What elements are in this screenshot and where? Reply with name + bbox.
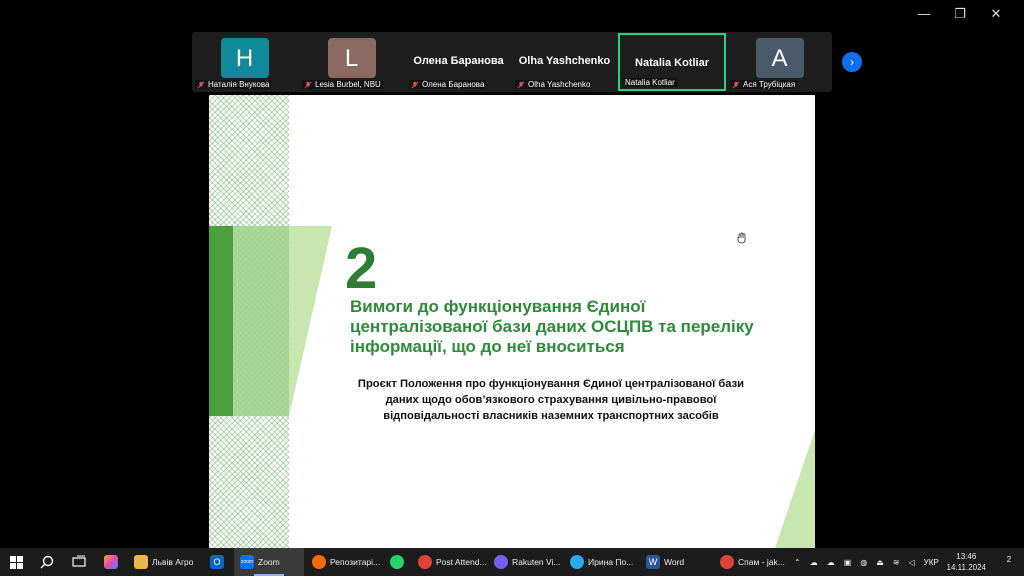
participant-title: Natalia Kotliar: [635, 57, 709, 69]
browser-icon: [312, 555, 326, 569]
taskbar-app[interactable]: W Word: [646, 548, 684, 576]
slide-heading: Вимоги до функціонування Єдиної централі…: [350, 297, 754, 356]
hand-cursor-icon: [737, 232, 746, 244]
close-button[interactable]: ✕: [978, 6, 1014, 24]
participant-name-text: Natalia Kotliar: [625, 78, 675, 87]
minimize-button[interactable]: —: [906, 6, 942, 24]
taskbar-app[interactable]: O: [210, 548, 224, 576]
system-tray: ⌃ ☁ ☁ ▣ ◍ ⏏ ≋ ◁ УКР: [794, 548, 939, 576]
next-participants-button[interactable]: ›: [842, 52, 862, 72]
volume-icon[interactable]: ◁: [909, 558, 915, 567]
word-icon: W: [646, 555, 660, 569]
clock[interactable]: 13:46 14.11.2024: [947, 551, 986, 573]
search-button[interactable]: [40, 548, 54, 576]
window-controls: — ❐ ✕: [906, 6, 1014, 24]
taskbar-app-label: Zoom: [258, 557, 280, 567]
participant-name: Олена Баранова: [409, 80, 487, 89]
taskbar-app-label: Word: [664, 557, 685, 567]
onedrive-icon[interactable]: ☁: [827, 558, 835, 567]
taskbar-app-label: Репозитарі...: [330, 557, 381, 567]
language-indicator[interactable]: УКР: [924, 558, 939, 567]
participant-name-text: Olha Yashchenko: [528, 80, 591, 89]
participant-name-text: Наталія Внукова: [208, 80, 270, 89]
cloud-icon[interactable]: ☁: [810, 558, 818, 567]
mic-muted-icon: [411, 80, 419, 89]
taskbar-app[interactable]: Ирина По...: [570, 548, 633, 576]
chevron-up-icon[interactable]: ⌃: [794, 558, 801, 567]
copilot-icon: [104, 555, 118, 569]
taskbar-app[interactable]: [390, 548, 404, 576]
wifi-icon[interactable]: ≋: [893, 558, 900, 567]
antivirus-icon[interactable]: ◍: [860, 558, 867, 567]
whatsapp-icon: [390, 555, 404, 569]
participant-name: Olha Yashchenko: [515, 80, 593, 89]
participant-name: Наталія Внукова: [195, 80, 272, 89]
avatar: L: [327, 38, 376, 78]
slide-body: Проєкт Положення про функціонування Єдин…: [357, 378, 745, 422]
windows-taskbar: Львів Агро O zoom Zoom Репозитарі... Pos…: [0, 548, 1024, 576]
participant-tile[interactable]: H Наталія Внукова: [192, 33, 297, 91]
participant-name-text: Lesia Burbel, NBU: [315, 80, 381, 89]
task-view-button[interactable]: [72, 548, 86, 576]
presentation-slide: 2 Вимоги до функціонування Єдиної центра…: [209, 95, 815, 548]
participant-tile-active[interactable]: Natalia Kotliar Natalia Kotliar: [618, 33, 726, 91]
taskbar-app-label: Спам - jak...: [738, 557, 785, 567]
slide-number: 2: [345, 236, 378, 301]
mic-muted-icon: [517, 80, 525, 89]
usb-icon[interactable]: ⏏: [876, 558, 884, 567]
avatar: H: [220, 38, 269, 78]
search-icon: [40, 555, 54, 569]
notification-count: 2: [1006, 555, 1012, 564]
taskbar-app-active[interactable]: zoom Zoom: [234, 548, 304, 576]
telegram-icon: [570, 555, 584, 569]
participant-tile[interactable]: A Ася Трубіцкая: [727, 33, 832, 91]
participant-name-text: Ася Трубіцкая: [743, 80, 796, 89]
clock-date: 14.11.2024: [946, 563, 986, 572]
restore-button[interactable]: ❐: [942, 6, 978, 24]
participant-tile[interactable]: Олена Баранова Олена Баранова: [406, 33, 511, 91]
task-view-icon: [72, 555, 86, 567]
taskbar-app[interactable]: Репозитарі...: [312, 548, 380, 576]
mic-muted-icon: [304, 80, 312, 89]
taskbar-app[interactable]: Спам - jak...: [720, 548, 785, 576]
clock-time: 13:46: [956, 552, 977, 561]
taskbar-app-label: Львів Агро: [152, 557, 194, 567]
taskbar-app[interactable]: Rakuten Vi...: [494, 548, 561, 576]
participant-name-text: Олена Баранова: [422, 80, 485, 89]
folder-icon: [134, 555, 148, 569]
viber-icon: [494, 555, 508, 569]
taskbar-app-label: Rakuten Vi...: [512, 557, 561, 567]
participant-tile[interactable]: Olha Yashchenko Olha Yashchenko: [512, 33, 617, 91]
avatar: A: [755, 38, 804, 78]
participant-name: Ася Трубіцкая: [730, 80, 798, 89]
participant-tile[interactable]: L Lesia Burbel, NBU: [299, 33, 404, 91]
participant-name: Natalia Kotliar: [623, 78, 677, 87]
taskbar-app-label: Ирина По...: [588, 557, 634, 567]
chrome-icon: [418, 555, 432, 569]
participant-name: Lesia Burbel, NBU: [302, 80, 383, 89]
outlook-icon: O: [210, 555, 224, 569]
taskbar-app[interactable]: Львів Агро: [134, 548, 194, 576]
windows-icon: [10, 555, 23, 569]
participant-title: Олена Баранова: [413, 55, 504, 67]
camera-icon[interactable]: ▣: [844, 558, 852, 567]
start-button[interactable]: [10, 548, 23, 576]
zoom-icon: zoom: [240, 555, 254, 569]
chrome-icon: [720, 555, 734, 569]
mic-muted-icon: [732, 80, 740, 89]
notification-button[interactable]: 2: [1002, 555, 1016, 569]
taskbar-app-label: Post Attend...: [436, 557, 487, 567]
participant-title: Olha Yashchenko: [518, 55, 611, 67]
copilot-button[interactable]: [104, 548, 118, 576]
mic-muted-icon: [197, 80, 205, 89]
taskbar-app[interactable]: Post Attend...: [418, 548, 487, 576]
